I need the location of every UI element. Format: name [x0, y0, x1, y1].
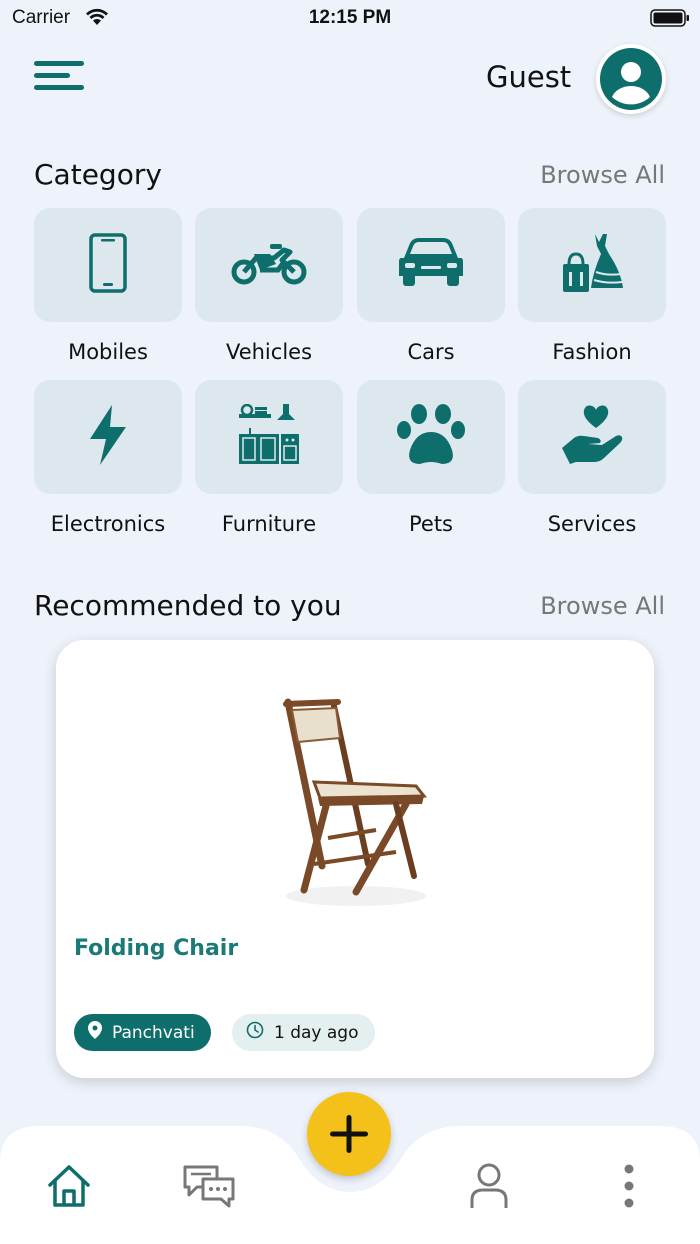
category-item-services[interactable]: Services	[518, 380, 666, 540]
category-label: Services	[547, 512, 637, 536]
category-label: Fashion	[552, 340, 632, 364]
category-item-furniture[interactable]: Furniture	[195, 380, 343, 540]
heart-hand-icon	[560, 404, 624, 470]
posted-time-label: 1 day ago	[274, 1022, 359, 1043]
location-label: Panchvati	[112, 1022, 195, 1043]
status-bar: Carrier 12:15 PM	[0, 0, 700, 36]
category-tile	[518, 208, 666, 322]
category-label: Cars	[407, 340, 455, 364]
category-tile	[34, 208, 182, 322]
lightning-bolt-icon	[88, 405, 128, 469]
category-title: Category	[34, 158, 162, 191]
category-tile	[518, 380, 666, 494]
category-tile	[34, 380, 182, 494]
mobile-phone-icon	[89, 233, 127, 297]
more-vertical-icon[interactable]	[599, 1158, 659, 1214]
profile-icon[interactable]	[459, 1158, 519, 1214]
category-label: Furniture	[221, 512, 317, 536]
motorcycle-icon	[230, 240, 308, 290]
location-badge: Panchvati	[74, 1014, 211, 1051]
category-item-fashion[interactable]: Fashion	[518, 208, 666, 368]
paw-icon	[396, 404, 466, 470]
category-label: Electronics	[50, 512, 166, 536]
category-tile	[357, 208, 505, 322]
recommended-browse-all-link[interactable]: Browse All	[540, 592, 665, 620]
category-item-vehicles[interactable]: Vehicles	[195, 208, 343, 368]
category-item-electronics[interactable]: Electronics	[34, 380, 182, 540]
product-card[interactable]: Folding Chair Panchvati 1 day ago	[56, 640, 654, 1078]
user-name: Guest	[486, 60, 572, 94]
category-item-pets[interactable]: Pets	[357, 380, 505, 540]
category-item-mobiles[interactable]: Mobiles	[34, 208, 182, 368]
category-item-cars[interactable]: Cars	[357, 208, 505, 368]
hamburger-menu-icon[interactable]	[34, 58, 86, 98]
location-pin-icon	[88, 1021, 102, 1044]
dress-shopping-icon	[561, 232, 623, 298]
battery-icon	[650, 9, 690, 32]
bottom-navigation	[0, 1090, 700, 1244]
category-label: Vehicles	[225, 340, 313, 364]
app-header: Guest	[0, 40, 700, 120]
car-icon	[397, 238, 465, 292]
folding-chair-image	[256, 666, 456, 916]
category-tile	[195, 208, 343, 322]
posted-time-badge: 1 day ago	[232, 1014, 375, 1051]
kitchen-furniture-icon	[237, 403, 301, 470]
chat-icon[interactable]	[179, 1158, 239, 1214]
home-icon[interactable]	[39, 1158, 99, 1214]
product-title: Folding Chair	[74, 936, 239, 961]
category-label: Mobiles	[68, 340, 148, 364]
recommended-title: Recommended to you	[34, 589, 342, 622]
clock-icon	[246, 1021, 264, 1044]
user-avatar-icon[interactable]	[596, 44, 666, 114]
category-tile	[195, 380, 343, 494]
category-tile	[357, 380, 505, 494]
category-browse-all-link[interactable]: Browse All	[540, 161, 665, 189]
add-icon[interactable]	[307, 1092, 391, 1176]
status-time: 12:15 PM	[308, 7, 392, 28]
category-label: Pets	[408, 512, 453, 536]
